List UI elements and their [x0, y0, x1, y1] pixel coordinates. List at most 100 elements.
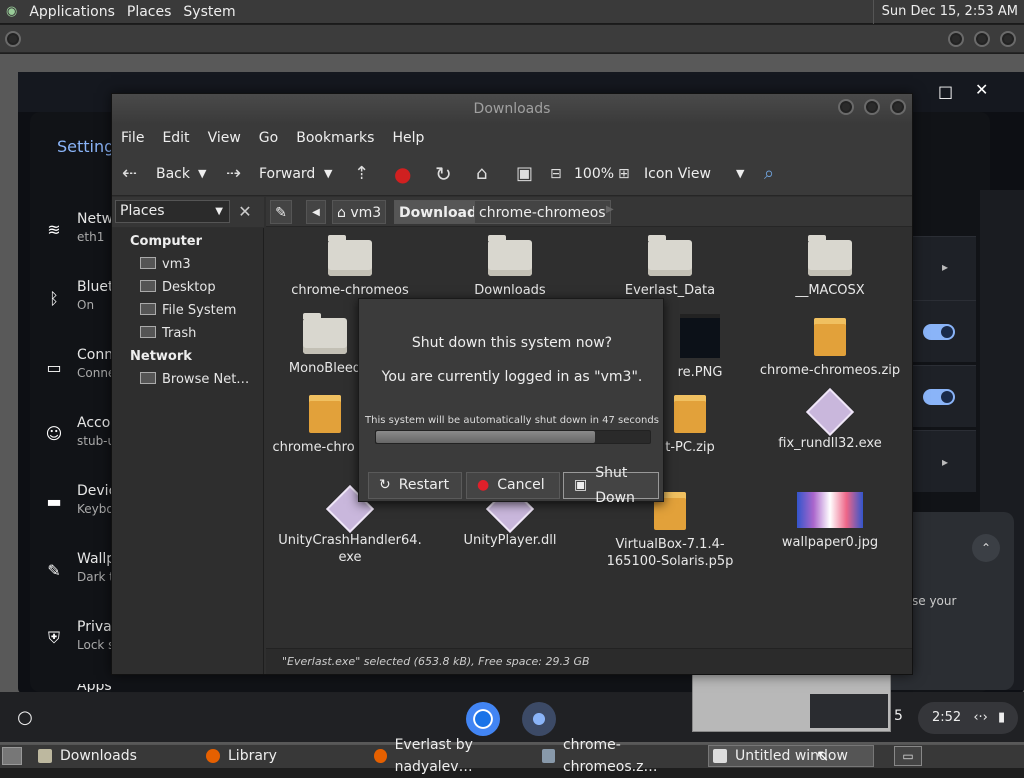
- show-desktop-icon[interactable]: [2, 747, 22, 765]
- task-untitled-window[interactable]: Untitled window: [708, 745, 874, 767]
- firefox-icon: [374, 749, 387, 763]
- file-label: t-PC.zip: [665, 440, 715, 455]
- item-sub: Conne: [77, 366, 116, 380]
- home-folder-icon: [140, 257, 156, 269]
- sidebar-item-filesystem[interactable]: File System: [140, 303, 236, 318]
- bluetooth-icon: ᛒ: [49, 289, 59, 308]
- shutdown-progress: [375, 430, 651, 444]
- task-library[interactable]: Library: [206, 745, 366, 767]
- shutdown-label: Shut Down: [595, 464, 635, 506]
- clock[interactable]: Sun Dec 15, 2:53 AM: [872, 0, 1024, 24]
- image-file-icon: [680, 314, 720, 358]
- shelf-time: 2:52: [932, 710, 962, 725]
- menu-bookmarks[interactable]: Bookmarks: [287, 130, 383, 146]
- file-item[interactable]: chrome-chromeos.zip: [755, 318, 905, 379]
- places-menu[interactable]: Places: [121, 0, 178, 24]
- maximize-icon[interactable]: [974, 31, 990, 47]
- edit-path-icon[interactable]: ✎: [270, 200, 292, 224]
- file-item[interactable]: chrome-chromeos: [275, 235, 425, 299]
- breadcrumb-chrome-chromeos[interactable]: chrome-chromeos: [474, 200, 611, 224]
- folder-icon: [808, 235, 852, 276]
- search-icon[interactable]: ⌕: [764, 152, 774, 196]
- file-item[interactable]: wallpaper0.jpg: [755, 492, 905, 551]
- system-menu[interactable]: System: [177, 0, 241, 24]
- gnome-foot-icon[interactable]: ◉: [0, 0, 23, 24]
- file-item[interactable]: UnityCrashHandler64. exe: [275, 484, 425, 566]
- battery-icon: ▮: [998, 710, 1006, 725]
- minimize-icon[interactable]: [838, 99, 854, 115]
- window-bar: [0, 25, 1024, 53]
- file-item[interactable]: __MACOSX: [755, 235, 905, 299]
- launcher-icon[interactable]: ○: [10, 706, 40, 730]
- forward-button[interactable]: Forward: [259, 152, 315, 196]
- chevron-right-icon: ▸: [942, 455, 949, 469]
- path-right-icon[interactable]: ▶: [606, 204, 614, 215]
- restart-icon: ↻: [379, 477, 391, 493]
- maximize-icon[interactable]: □: [938, 82, 953, 101]
- close-icon[interactable]: [890, 99, 906, 115]
- status-tray[interactable]: 2:52 ‹·› ▮: [918, 702, 1018, 734]
- reload-icon[interactable]: ↻: [435, 152, 452, 196]
- home-icon[interactable]: ⌂: [476, 152, 487, 196]
- sidebar-item-desktop[interactable]: Desktop: [140, 280, 216, 295]
- close-icon[interactable]: ✕: [975, 80, 988, 99]
- zoom-out-icon[interactable]: ⊟: [550, 152, 562, 196]
- path-left-icon[interactable]: ◀: [306, 200, 326, 224]
- places-select[interactable]: Places ▼: [115, 200, 230, 223]
- sidebar-item-vm3[interactable]: vm3: [140, 257, 191, 272]
- workspace-switcher-icon[interactable]: ▭: [894, 746, 922, 766]
- maximize-icon[interactable]: [864, 99, 880, 115]
- cancel-label: Cancel: [497, 477, 545, 493]
- stop-icon[interactable]: ●: [394, 152, 411, 196]
- shutdown-button[interactable]: ▣ Shut Down: [563, 465, 659, 506]
- task-everlast[interactable]: Everlast by nadyalev…: [374, 737, 539, 775]
- breadcrumb-vm3[interactable]: ⌂ vm3: [332, 200, 387, 224]
- close-sidebar-icon[interactable]: ✕: [234, 200, 256, 223]
- settings-item-wallpaper[interactable]: Wallp Dark t: [77, 551, 115, 584]
- toggle-switch[interactable]: [923, 324, 955, 340]
- sidebar-item-browse-network[interactable]: Browse Net…: [140, 372, 249, 387]
- notification-text: se your: [912, 594, 957, 608]
- menu-view[interactable]: View: [199, 130, 250, 146]
- chevron-up-icon[interactable]: ⌃: [972, 534, 1000, 562]
- minimize-icon[interactable]: [948, 31, 964, 47]
- chrome-icon[interactable]: [466, 702, 500, 736]
- file-item[interactable]: fix_rundll32.exe: [755, 387, 905, 452]
- shelf-partial-number: 5: [894, 708, 903, 724]
- restart-button[interactable]: ↻ Restart: [368, 472, 462, 499]
- back-dropdown-icon[interactable]: ▼: [198, 152, 206, 196]
- window-menu-icon[interactable]: [5, 31, 21, 47]
- view-mode-select[interactable]: Icon View: [644, 152, 711, 196]
- zoom-in-icon[interactable]: ⊞: [618, 152, 630, 196]
- close-icon[interactable]: [1000, 31, 1016, 47]
- cancel-button[interactable]: ● Cancel: [466, 472, 560, 499]
- menu-help[interactable]: Help: [383, 130, 433, 146]
- file-item[interactable]: Everlast_Data: [595, 235, 745, 299]
- computer-icon[interactable]: ▣: [516, 152, 533, 196]
- menu-edit[interactable]: Edit: [153, 130, 198, 146]
- forward-arrow-icon[interactable]: ⇢: [226, 152, 241, 196]
- sidebar-item-trash[interactable]: Trash: [140, 326, 196, 341]
- task-chrome-chromeos[interactable]: chrome-chromeos.z…: [542, 737, 704, 775]
- task-label: Downloads: [60, 748, 137, 764]
- settings-item-connected[interactable]: Conn Conne: [77, 347, 115, 380]
- menu-go[interactable]: Go: [250, 130, 287, 146]
- settings-item-apps[interactable]: Apps: [77, 684, 112, 692]
- dialog-question: Shut down this system now?: [411, 335, 613, 351]
- file-item[interactable]: Downloads: [435, 235, 585, 299]
- file-label: __MACOSX: [795, 283, 865, 298]
- settings-gear-icon[interactable]: [522, 702, 556, 736]
- forward-dropdown-icon[interactable]: ▼: [324, 152, 332, 196]
- task-downloads[interactable]: Downloads: [38, 745, 198, 767]
- view-mode-dropdown-icon[interactable]: ▼: [736, 152, 744, 196]
- applications-menu[interactable]: Applications: [23, 0, 121, 24]
- sidebar-label: Browse Net…: [162, 372, 250, 387]
- toggle-switch[interactable]: [923, 389, 955, 405]
- up-icon[interactable]: ⇡: [354, 152, 369, 196]
- sidebar-label: Desktop: [162, 280, 216, 295]
- menu-file[interactable]: File: [112, 130, 153, 146]
- back-arrow-icon[interactable]: ⇠: [122, 152, 137, 196]
- breadcrumb-label: vm3: [350, 205, 382, 221]
- zoom-level: 100%: [574, 166, 615, 182]
- back-button[interactable]: Back: [156, 152, 190, 196]
